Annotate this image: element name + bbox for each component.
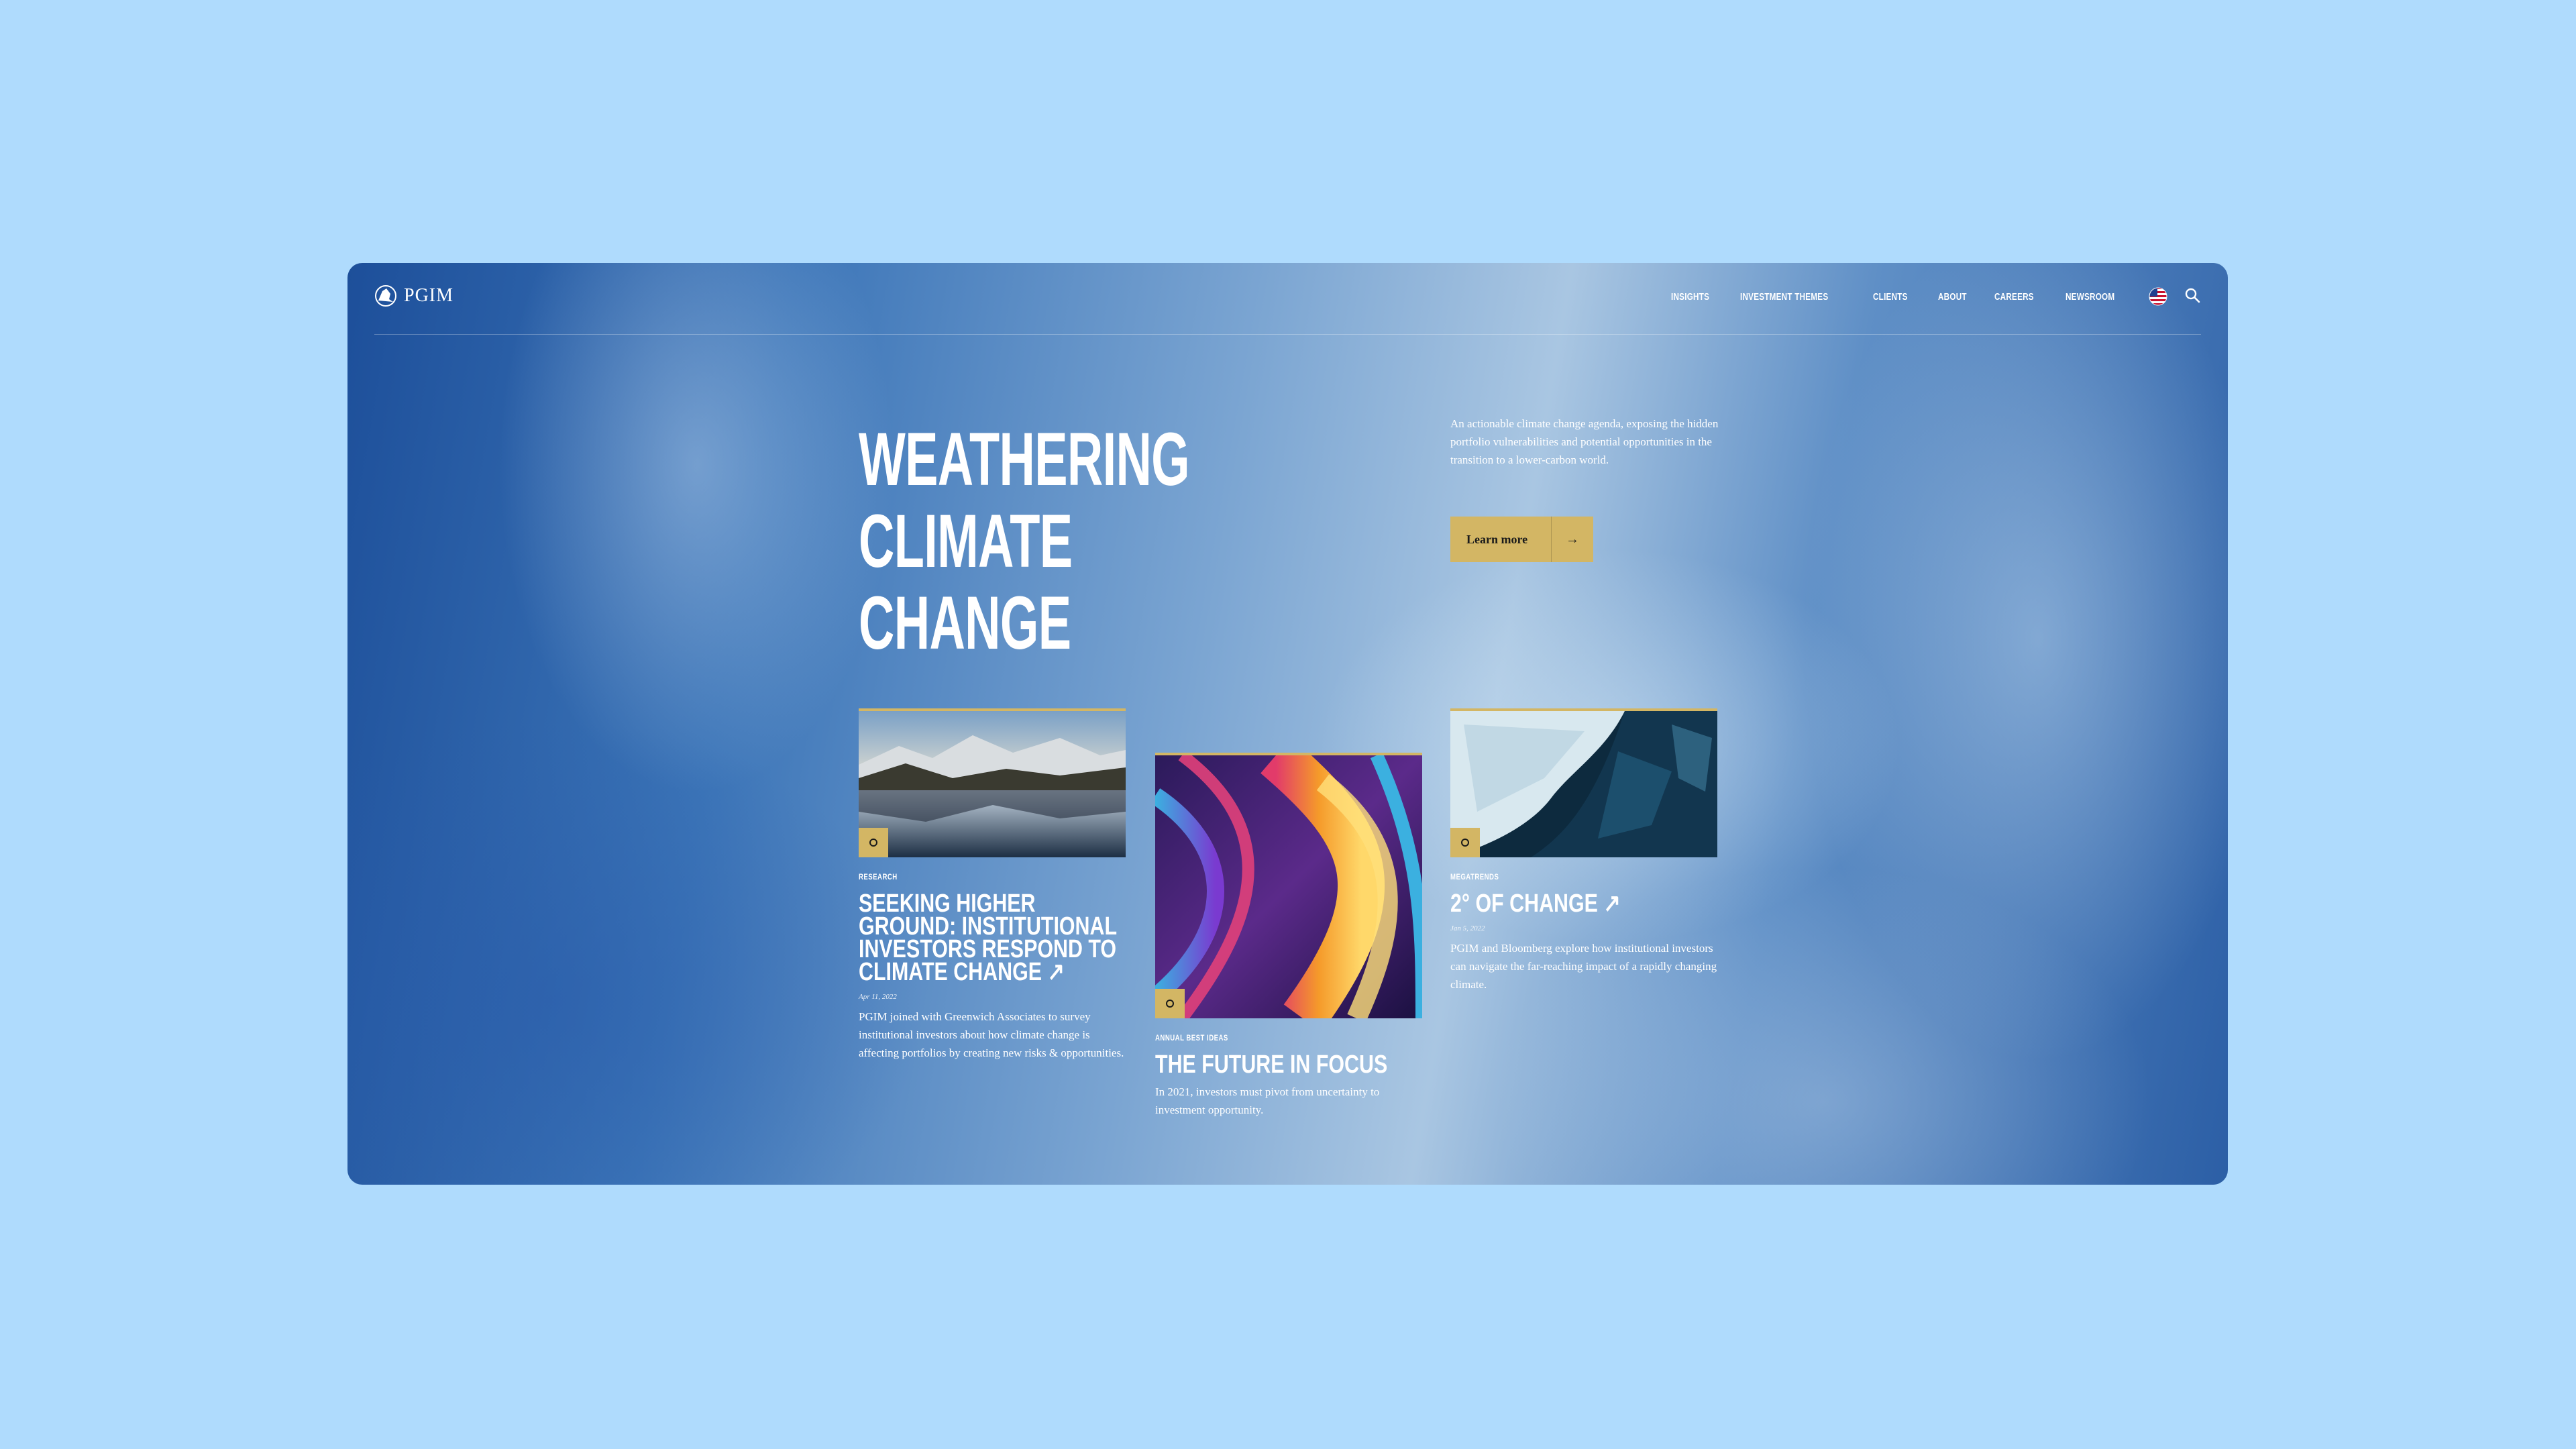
nav-newsroom[interactable]: NEWSROOM bbox=[2065, 291, 2114, 303]
card-description: In 2021, investors must pivot from uncer… bbox=[1155, 1085, 1380, 1116]
nav-investment-themes[interactable]: INVESTMENT THEMES bbox=[1740, 291, 1828, 303]
arrow-right-icon: → bbox=[1551, 517, 1593, 562]
card-research[interactable]: RESEARCH SEEKING HIGHER GROUND: INSTITUT… bbox=[859, 708, 1126, 1062]
nav-clients[interactable]: CLIENTS bbox=[1873, 291, 1908, 303]
nav-insights[interactable]: INSIGHTS bbox=[1671, 291, 1709, 303]
learn-more-button[interactable]: Learn more → bbox=[1450, 517, 1593, 562]
card-eyebrow: RESEARCH bbox=[859, 872, 898, 881]
card-title[interactable]: SEEKING HIGHER GROUND: INSTITUTIONAL INV… bbox=[859, 891, 1127, 985]
glacier-aerial-image bbox=[1450, 711, 1717, 857]
nav-careers[interactable]: CAREERS bbox=[1994, 291, 2034, 303]
abstract-light-image bbox=[1149, 737, 1429, 1032]
card-image-lake[interactable] bbox=[859, 708, 1126, 857]
top-nav: PGIM INSIGHTS INVESTMENT THEMES CLIENTS … bbox=[374, 263, 2201, 335]
page-headline: WEATHERING CLIMATE CHANGE bbox=[859, 419, 1213, 664]
bookmark-badge[interactable] bbox=[859, 828, 888, 857]
nav-about[interactable]: ABOUT bbox=[1938, 291, 1967, 303]
card-eyebrow: ANNUAL BEST IDEAS bbox=[1155, 1033, 1228, 1042]
logo[interactable]: PGIM bbox=[374, 284, 453, 307]
brand-name: PGIM bbox=[404, 285, 454, 306]
card-image-abstract[interactable] bbox=[1149, 737, 1429, 1032]
learn-more-label: Learn more bbox=[1466, 532, 1528, 546]
card-date: Apr 11, 2022 bbox=[859, 993, 897, 1001]
card-description: PGIM and Bloomberg explore how instituti… bbox=[1450, 942, 1717, 991]
headline-line-1: WEATHERING bbox=[859, 417, 1190, 501]
card-annual-best-ideas[interactable]: ANNUAL BEST IDEAS THE FUTURE IN FOCUS In… bbox=[1149, 737, 1429, 1119]
bookmark-badge[interactable] bbox=[1450, 828, 1480, 857]
card-description: PGIM joined with Greenwich Associates to… bbox=[859, 1010, 1124, 1059]
nav-links: INSIGHTS INVESTMENT THEMES CLIENTS ABOUT… bbox=[1671, 287, 2167, 306]
bookmark-badge[interactable] bbox=[1155, 989, 1185, 1018]
rock-logo-icon bbox=[375, 285, 396, 307]
card-megatrends[interactable]: MEGATRENDS 2° OF CHANGE ↗ Jan 5, 2022 PG… bbox=[1450, 708, 1717, 994]
headline-line-2: CLIMATE CHANGE bbox=[859, 499, 1073, 665]
card-date: Jan 5, 2022 bbox=[1450, 924, 1485, 932]
us-flag-icon[interactable] bbox=[2149, 287, 2167, 306]
search-icon[interactable] bbox=[2184, 286, 2201, 304]
browser-window: PGIM INSIGHTS INVESTMENT THEMES CLIENTS … bbox=[347, 263, 2228, 1185]
link-icon bbox=[869, 839, 877, 847]
link-icon bbox=[1461, 839, 1469, 847]
link-icon bbox=[1166, 1000, 1174, 1008]
card-title[interactable]: 2° OF CHANGE ↗ bbox=[1450, 891, 1719, 916]
mountain-lake-image bbox=[859, 711, 1126, 857]
card-image-glacier[interactable] bbox=[1450, 708, 1717, 857]
intro-text: An actionable climate change agenda, exp… bbox=[1450, 417, 1719, 466]
card-eyebrow: MEGATRENDS bbox=[1450, 872, 1499, 881]
card-title[interactable]: THE FUTURE IN FOCUS bbox=[1155, 1052, 1424, 1077]
